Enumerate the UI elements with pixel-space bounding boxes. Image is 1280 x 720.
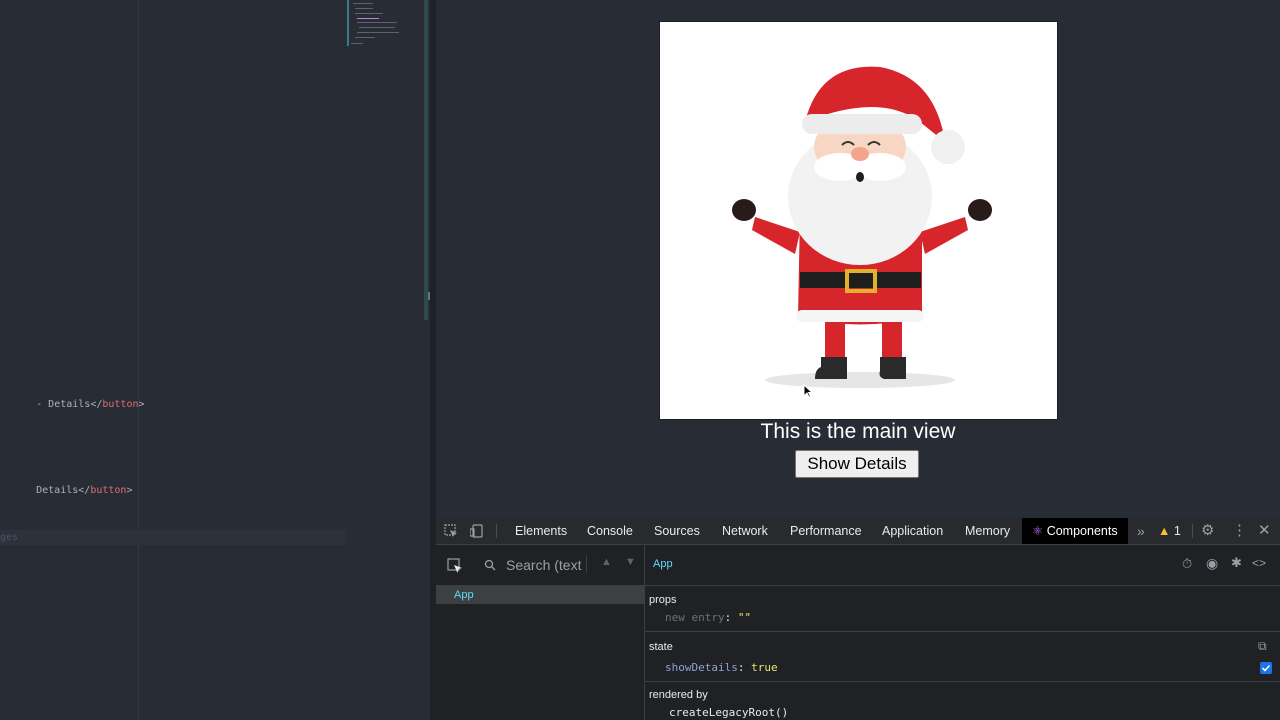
more-tabs-icon[interactable]: » bbox=[1137, 518, 1145, 544]
component-search-row: Search (text ▲ ▼ bbox=[436, 545, 644, 586]
code-line-2: Details</button> bbox=[36, 485, 133, 496]
tab-components-label: Components bbox=[1046, 524, 1118, 538]
selected-component-name: App bbox=[653, 558, 673, 570]
component-search-input[interactable]: Search (text bbox=[506, 557, 582, 573]
indent-guide bbox=[138, 0, 139, 720]
copy-icon[interactable]: ⧉ bbox=[1258, 639, 1267, 654]
state-section-title: state bbox=[649, 641, 673, 653]
tab-network[interactable]: Network bbox=[722, 518, 768, 544]
show-details-button[interactable]: Show Details bbox=[795, 450, 919, 478]
react-icon: ⚛ bbox=[1032, 524, 1044, 538]
checkmark-icon bbox=[1261, 664, 1271, 672]
kebab-menu-icon[interactable]: ⋮ bbox=[1232, 518, 1247, 544]
search-icon bbox=[484, 559, 496, 571]
state-checkbox[interactable] bbox=[1260, 662, 1272, 674]
tab-memory[interactable]: Memory bbox=[965, 518, 1010, 544]
search-prev-icon[interactable]: ▲ bbox=[601, 556, 612, 568]
device-toolbar-icon[interactable] bbox=[470, 524, 484, 538]
editor-scrollbar[interactable] bbox=[424, 0, 428, 320]
minimap[interactable] bbox=[347, 0, 425, 46]
warning-icon: ▲ bbox=[1158, 524, 1171, 538]
component-details-header: App ⏱ ◉ ✱ <> bbox=[645, 545, 1280, 586]
select-component-icon[interactable] bbox=[447, 558, 463, 574]
close-icon[interactable]: ✕ bbox=[1258, 518, 1271, 544]
state-value: true bbox=[751, 661, 778, 674]
warning-count: 1 bbox=[1173, 524, 1181, 538]
santa-image bbox=[659, 21, 1058, 420]
code-line-1: - Details</button> bbox=[36, 399, 145, 410]
prop-key: new entry bbox=[665, 611, 725, 624]
code-line-faded: ges bbox=[0, 532, 19, 543]
bug-icon[interactable]: ✱ bbox=[1231, 555, 1242, 571]
devtools-tab-bar: Elements Console Sources Network Perform… bbox=[436, 518, 1280, 545]
current-line-highlight bbox=[0, 530, 346, 545]
tab-application[interactable]: Application bbox=[882, 518, 943, 544]
browser-viewport: This is the main view Show Details bbox=[436, 0, 1280, 518]
tab-performance[interactable]: Performance bbox=[790, 518, 862, 544]
prop-row[interactable]: new entry: "" bbox=[665, 611, 751, 624]
prop-value: "" bbox=[737, 611, 752, 624]
search-next-icon[interactable]: ▼ bbox=[625, 556, 636, 568]
santa-claus-icon bbox=[732, 66, 992, 388]
state-row[interactable]: showDetails: true bbox=[665, 661, 778, 674]
tab-elements[interactable]: Elements bbox=[515, 518, 567, 544]
rendered-by-title: rendered by bbox=[649, 689, 708, 701]
screen: - Details</button> Details</button> ges bbox=[0, 0, 1280, 720]
minimap-bar bbox=[347, 0, 349, 46]
settings-gear-icon[interactable]: ⚙ bbox=[1201, 518, 1214, 544]
inspect-element-icon[interactable] bbox=[444, 524, 458, 538]
devtools-panel: Elements Console Sources Network Perform… bbox=[436, 518, 1280, 720]
stopwatch-icon[interactable]: ⏱ bbox=[1182, 556, 1192, 572]
component-details-pane: App ⏱ ◉ ✱ <> props new entry: "" state ⧉… bbox=[645, 545, 1280, 720]
eye-icon[interactable]: ◉ bbox=[1206, 555, 1218, 572]
state-key: showDetails bbox=[665, 661, 738, 674]
code-brackets-icon[interactable]: <> bbox=[1252, 556, 1266, 570]
tree-item-app[interactable]: App bbox=[436, 586, 644, 604]
props-section-title: props bbox=[649, 594, 677, 606]
mouse-cursor-icon bbox=[803, 384, 813, 398]
tab-components[interactable]: ⚛ Components bbox=[1022, 518, 1128, 544]
warnings-badge[interactable]: ▲ 1 bbox=[1158, 518, 1181, 544]
tree-item-label: App bbox=[454, 589, 474, 601]
main-view-text: This is the main view bbox=[760, 420, 956, 443]
component-tree-pane: Search (text ▲ ▼ App bbox=[436, 545, 645, 720]
rendered-by-value: createLegacyRoot() bbox=[669, 706, 789, 719]
tab-console[interactable]: Console bbox=[587, 518, 633, 544]
code-editor[interactable]: - Details</button> Details</button> ges bbox=[0, 0, 430, 720]
tab-sources[interactable]: Sources bbox=[654, 518, 700, 544]
